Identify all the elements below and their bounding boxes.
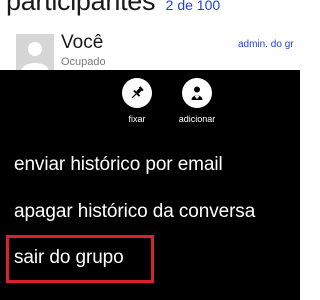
- add-participant-button[interactable]: adicionar: [167, 78, 227, 124]
- pin-button[interactable]: fixar: [107, 78, 167, 124]
- contact-name: Você: [61, 32, 104, 53]
- person-silhouette-icon: [16, 34, 54, 72]
- page-header: participantes 2 de 100: [6, 0, 220, 17]
- participant-count: 2 de 100: [165, 0, 221, 13]
- add-participant-label: adicionar: [178, 114, 216, 124]
- menu-item-email-history[interactable]: enviar histórico por email: [14, 154, 223, 176]
- highlight-annotation: [6, 235, 154, 283]
- menu-item-clear-history[interactable]: apagar histórico da conversa: [14, 201, 255, 223]
- pin-icon: [122, 78, 152, 108]
- add-person-icon: [182, 78, 212, 108]
- context-menu: fixar adicionar enviar histórico por ema…: [0, 70, 300, 300]
- participant-row[interactable]: Você Ocupado admin. do gr: [0, 24, 300, 72]
- contact-status: Ocupado: [61, 56, 106, 68]
- page-title: participantes: [6, 0, 156, 16]
- avatar: [16, 34, 54, 72]
- contact-role: admin. do gr: [238, 39, 294, 50]
- pin-label: fixar: [128, 114, 146, 124]
